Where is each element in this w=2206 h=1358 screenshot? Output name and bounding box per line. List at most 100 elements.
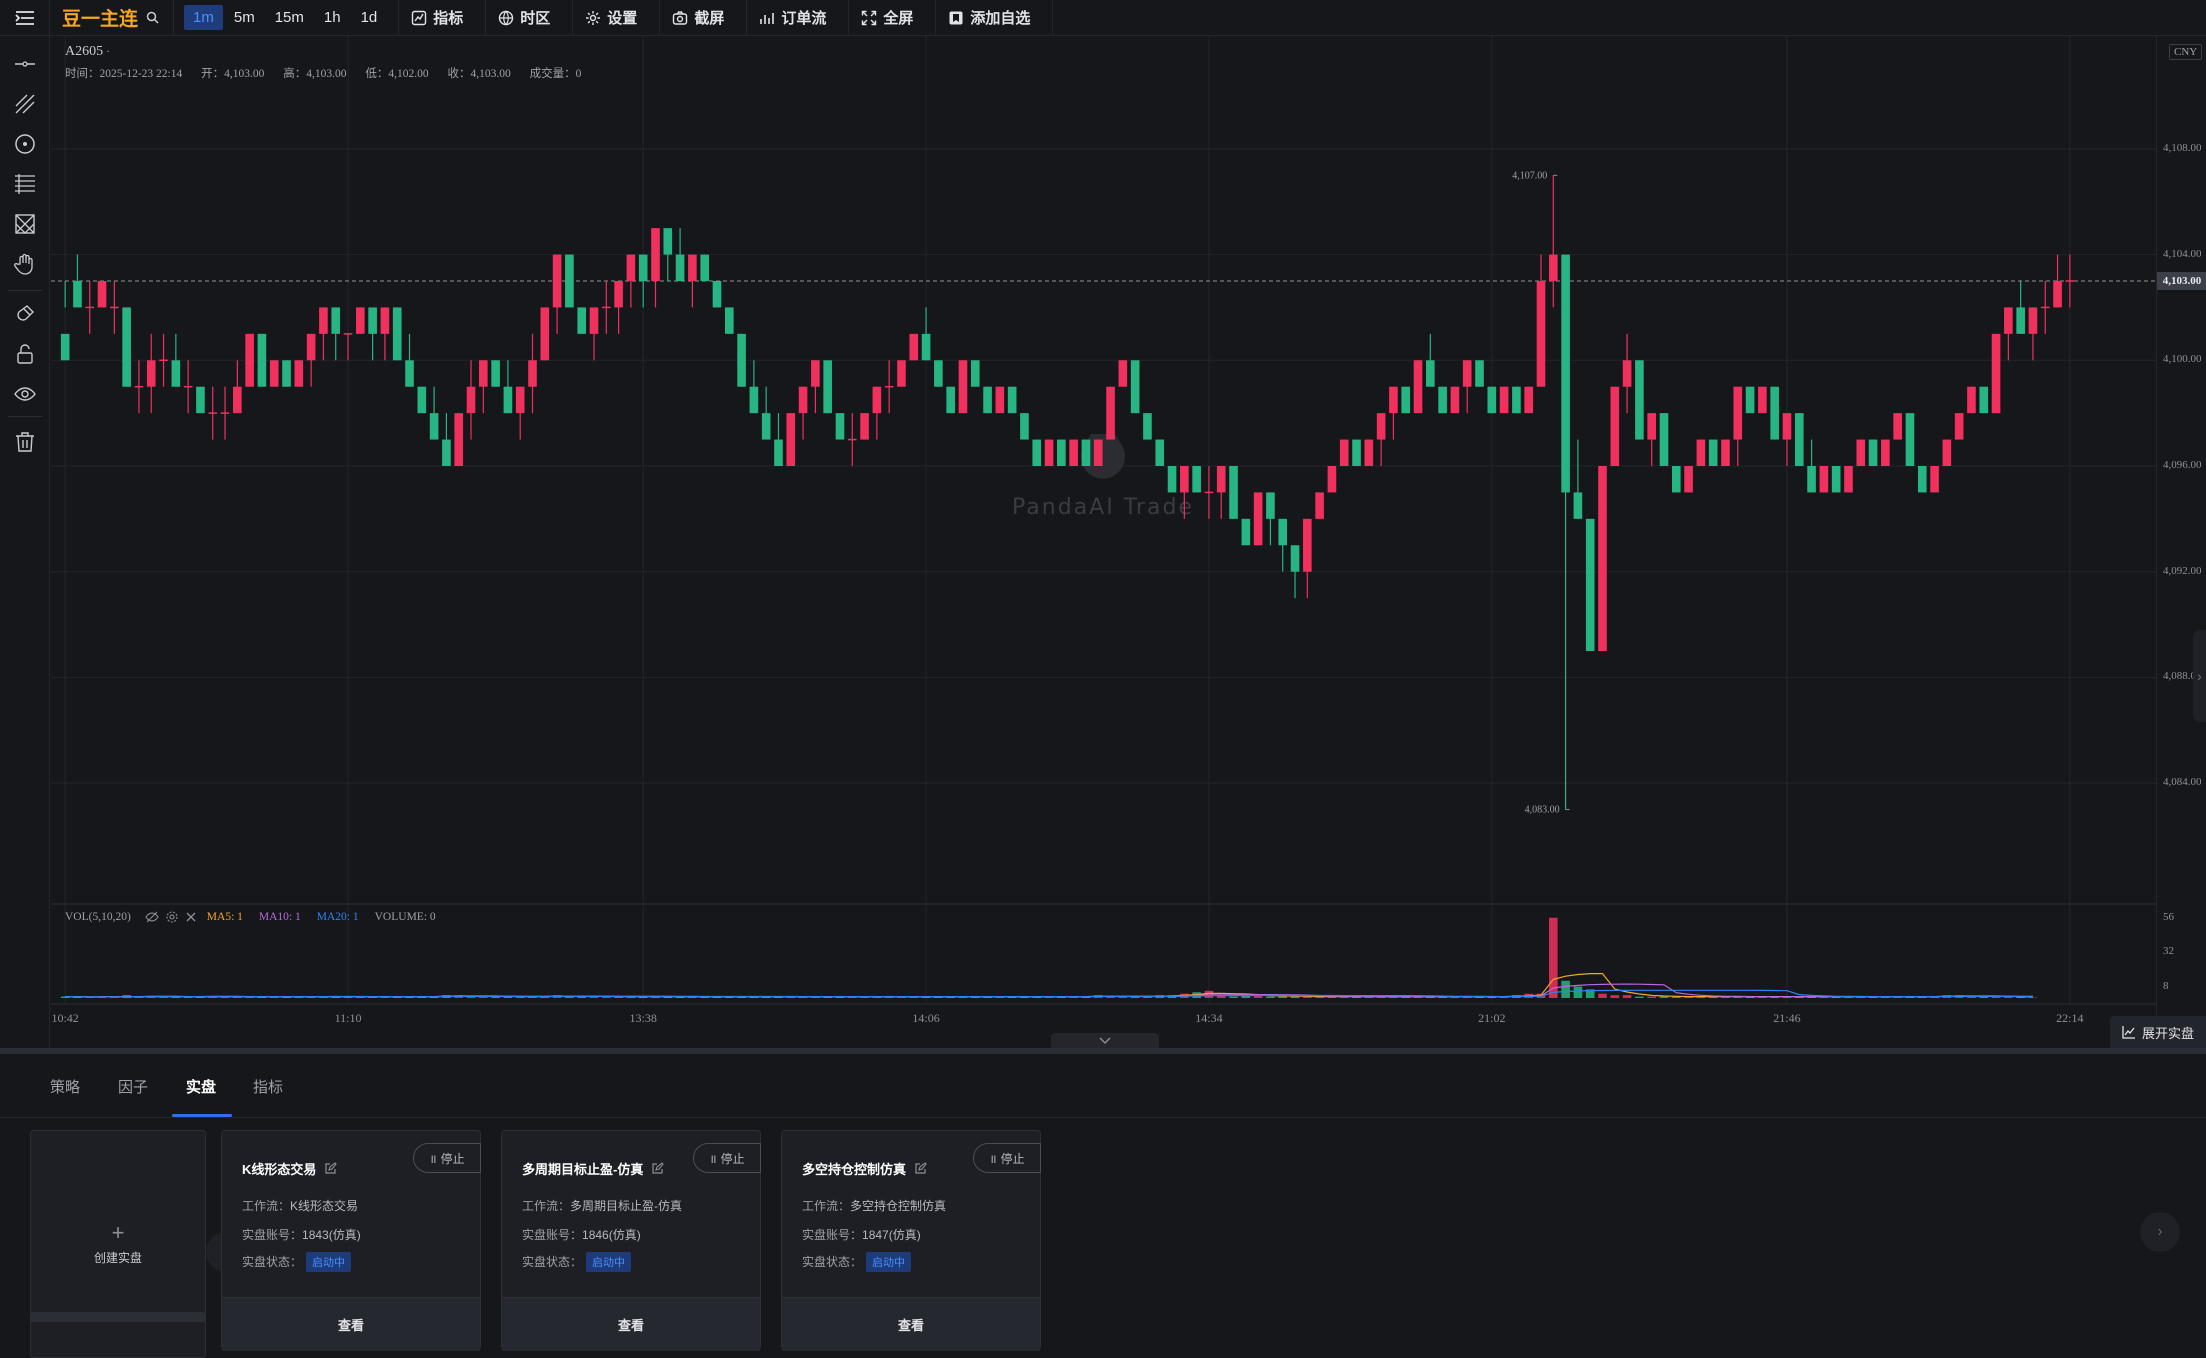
candle-up	[959, 360, 968, 413]
account-manage-strip[interactable]	[30, 1312, 206, 1322]
chart-canvas[interactable]: PandaAI Trade 4,107.004,083.00 10:4211:1…	[51, 36, 2156, 1048]
camera-icon	[672, 10, 688, 26]
candle-up	[147, 360, 156, 386]
x-axis-label: 22:14	[2056, 1011, 2083, 1025]
candle-down	[1168, 466, 1177, 492]
candle-up	[897, 360, 906, 386]
fullscreen-button[interactable]: 全屏	[849, 0, 936, 36]
horizontal-line-icon[interactable]	[9, 48, 41, 80]
tab-indicator[interactable]: 指标	[253, 1076, 283, 1097]
workflow-label: 工作流：	[522, 1199, 570, 1213]
fullscreen-icon	[861, 10, 877, 26]
candle-up	[1610, 387, 1619, 466]
card-title: K线形态交易	[242, 1159, 337, 1178]
settings-button[interactable]: 设置	[573, 0, 660, 36]
timezone-button[interactable]: 时区	[486, 0, 573, 36]
stop-button[interactable]: ॥ 停止	[413, 1143, 481, 1173]
tab-strategy[interactable]: 策略	[50, 1076, 80, 1097]
edit-icon[interactable]	[651, 1162, 664, 1175]
orderflow-button[interactable]: 订单流	[747, 0, 849, 36]
candle-down	[983, 387, 992, 413]
currency-badge[interactable]: CNY	[2169, 44, 2202, 60]
tab-live[interactable]: 实盘	[186, 1076, 216, 1097]
candle-down	[1266, 492, 1275, 518]
candle-down	[1906, 413, 1915, 466]
drawing-toolbar	[0, 36, 50, 1048]
add-watchlist-button[interactable]: 添加自选	[936, 0, 1053, 36]
fib-lines-icon[interactable]	[9, 168, 41, 200]
edit-icon[interactable]	[914, 1162, 927, 1175]
symbol-name: 豆一主连	[62, 4, 138, 31]
pattern-icon[interactable]	[9, 208, 41, 240]
remove-indicator-icon[interactable]	[185, 911, 197, 923]
candle-up	[307, 334, 316, 360]
period-5m[interactable]: 5m	[225, 5, 264, 30]
symbol-selector[interactable]: 豆一主连	[50, 0, 174, 36]
right-panel-handle[interactable]: ›	[2193, 630, 2206, 722]
bottom-panel: 策略 因子 实盘 指标 + 创建实盘 ‹ K线形态交易 ॥ 停止 工作流：K线形…	[0, 1054, 2206, 1322]
price-axis-label: 4,104.00	[2163, 248, 2202, 260]
candle-up	[873, 387, 882, 413]
lock-icon[interactable]	[9, 338, 41, 370]
hand-icon[interactable]	[9, 248, 41, 280]
pause-icon: ॥	[709, 1150, 716, 1167]
candle-down	[172, 360, 181, 386]
period-selector: 1m 5m 15m 1h 1d	[174, 0, 399, 36]
scroll-right-button[interactable]: ›	[2140, 1212, 2180, 1252]
trend-line-icon[interactable]	[9, 88, 41, 120]
menu-icon[interactable]	[0, 0, 50, 36]
eye-icon[interactable]	[9, 378, 41, 410]
candle-down	[1155, 440, 1164, 466]
magnet-icon[interactable]	[9, 298, 41, 330]
tab-factor[interactable]: 因子	[118, 1076, 148, 1097]
expand-live-button[interactable]: 展开实盘	[2110, 1016, 2206, 1048]
candle-down	[1574, 492, 1583, 518]
candle-up	[885, 386, 894, 388]
view-button[interactable]: 查看	[782, 1297, 1040, 1351]
candle-up	[2004, 307, 2013, 333]
period-1m[interactable]: 1m	[184, 5, 223, 30]
candle-up	[208, 412, 217, 414]
workflow-row: 工作流：多周期目标止盈-仿真	[522, 1197, 682, 1214]
legend-symbol-suffix: ·	[106, 44, 110, 58]
indicator-settings-icon[interactable]	[165, 910, 179, 924]
candle-down	[1291, 545, 1300, 571]
trash-icon[interactable]	[9, 426, 41, 458]
candle-down	[442, 440, 451, 466]
candle-up	[786, 413, 795, 466]
screenshot-button[interactable]: 截屏	[660, 0, 747, 36]
stop-button[interactable]: ॥ 停止	[973, 1143, 1041, 1173]
view-button[interactable]: 查看	[502, 1297, 760, 1351]
timezone-label: 时区	[520, 7, 550, 28]
price-axis[interactable]: CNY 4,108.004,104.004,100.004,096.004,09…	[2156, 36, 2206, 1048]
collapse-panel-toggle[interactable]	[1051, 1033, 1159, 1048]
candle-up	[295, 360, 304, 386]
candle-down	[368, 307, 377, 333]
period-1h[interactable]: 1h	[315, 5, 350, 30]
edit-icon[interactable]	[324, 1162, 337, 1175]
volume-bar	[1278, 997, 1287, 998]
circle-target-icon[interactable]	[9, 128, 41, 160]
candle-up	[1684, 466, 1693, 492]
price-axis-label: 4,096.00	[2163, 459, 2202, 471]
candle-up	[1451, 387, 1460, 413]
view-button[interactable]: 查看	[222, 1297, 480, 1351]
candle-down	[430, 413, 439, 439]
candle-down	[1746, 387, 1755, 413]
period-1d[interactable]: 1d	[352, 5, 387, 30]
candle-up	[1758, 387, 1767, 413]
candle-down	[762, 413, 771, 439]
candles	[61, 175, 2074, 809]
create-live-card[interactable]: + 创建实盘	[30, 1130, 206, 1358]
candle-down	[971, 360, 980, 386]
candle-down	[946, 387, 955, 413]
candle-down	[934, 360, 943, 386]
period-15m[interactable]: 15m	[266, 5, 313, 30]
stop-button[interactable]: ॥ 停止	[693, 1143, 761, 1173]
candle-down	[1426, 360, 1435, 386]
hide-indicator-icon[interactable]	[145, 910, 159, 924]
ohlc-values: 时间：2025-12-23 22:14 开：4,103.00 高：4,103.0…	[65, 65, 597, 81]
indicator-button[interactable]: 指标	[399, 0, 486, 36]
kline-chart[interactable]: PandaAI Trade 4,107.004,083.00 10:4211:1…	[51, 36, 2156, 1048]
account-label: 实盘账号：	[802, 1228, 862, 1242]
